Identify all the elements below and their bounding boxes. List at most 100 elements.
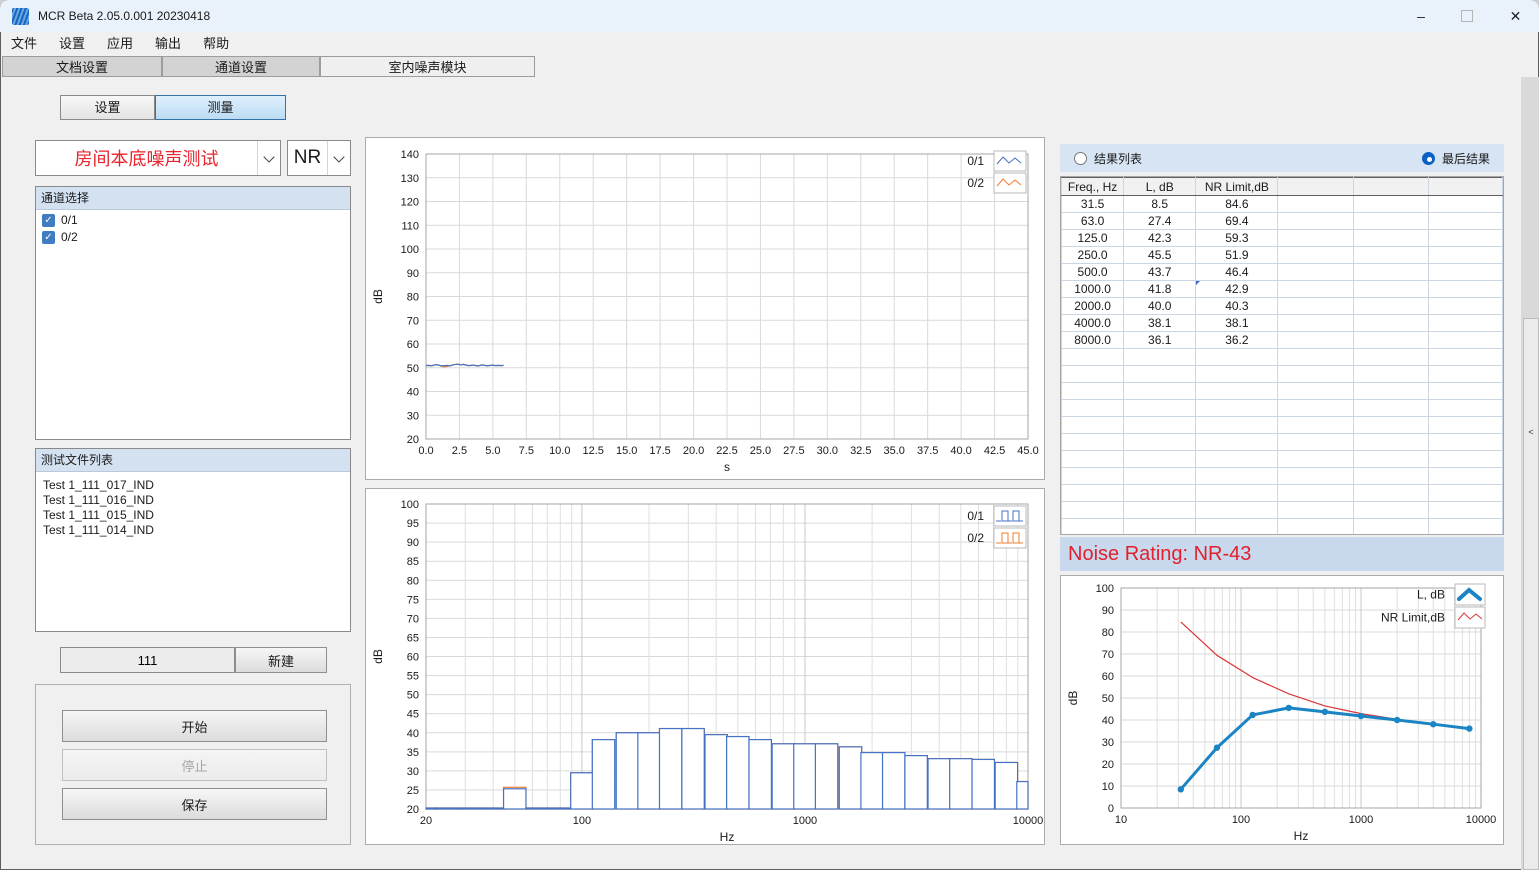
table-cell: 27.4: [1124, 213, 1196, 230]
table-cell: [1062, 434, 1124, 451]
subtab-measure[interactable]: 测量: [155, 95, 286, 120]
svg-text:10: 10: [1102, 781, 1114, 793]
file-list-item[interactable]: Test 1_111_016_IND: [36, 493, 350, 508]
table-row[interactable]: 2000.040.040.3: [1062, 298, 1503, 315]
radio-last-result[interactable]: 最后结果: [1422, 150, 1490, 167]
stop-button[interactable]: 停止: [62, 749, 327, 781]
svg-text:10: 10: [1115, 814, 1127, 826]
table-row[interactable]: 500.043.746.4: [1062, 264, 1503, 281]
table-cell: [1278, 196, 1353, 213]
tab-document-settings[interactable]: 文档设置: [2, 56, 162, 77]
table-row[interactable]: 31.58.584.6: [1062, 196, 1503, 213]
rating-dropdown-button[interactable]: [327, 141, 350, 175]
table-cell: [1278, 230, 1353, 247]
channel-label: 0/1: [61, 213, 78, 227]
svg-text:70: 70: [1102, 649, 1114, 661]
collapse-panel-handle[interactable]: <: [1523, 318, 1539, 870]
file-list-item[interactable]: Test 1_111_014_IND: [36, 523, 350, 538]
table-cell: [1196, 485, 1278, 502]
table-row[interactable]: [1062, 349, 1503, 366]
svg-text:65: 65: [407, 632, 419, 644]
table-row[interactable]: [1062, 519, 1503, 536]
table-cell: [1278, 315, 1353, 332]
menu-item-settings[interactable]: 设置: [48, 32, 96, 56]
tab-channel-settings[interactable]: 通道设置: [162, 56, 320, 77]
table-cell: [1428, 417, 1502, 434]
radio-selected-icon[interactable]: [1422, 152, 1435, 165]
table-cell: [1353, 383, 1428, 400]
table-row[interactable]: 1000.041.842.9: [1062, 281, 1503, 298]
menu-item-output[interactable]: 输出: [144, 32, 192, 56]
table-cell: [1353, 400, 1428, 417]
table-cell: 59.3: [1196, 230, 1278, 247]
table-cell: 36.1: [1124, 332, 1196, 349]
table-cell: [1124, 400, 1196, 417]
new-button[interactable]: 新建: [235, 647, 327, 673]
table-row[interactable]: [1062, 502, 1503, 519]
table-row[interactable]: [1062, 400, 1503, 417]
menu-item-help[interactable]: 帮助: [192, 32, 240, 56]
table-row[interactable]: [1062, 366, 1503, 383]
menu-item-apply[interactable]: 应用: [96, 32, 144, 56]
table-row[interactable]: 8000.036.136.2: [1062, 332, 1503, 349]
svg-text:L, dB: L, dB: [1417, 588, 1445, 602]
start-button[interactable]: 开始: [62, 710, 327, 742]
file-list-item[interactable]: Test 1_111_017_IND: [36, 478, 350, 493]
table-cell: [1062, 451, 1124, 468]
svg-text:40: 40: [1102, 715, 1114, 727]
radio-unselected-icon[interactable]: [1074, 152, 1087, 165]
table-row[interactable]: 4000.038.138.1: [1062, 315, 1503, 332]
app-window: MCR Beta 2.05.0.001 20230418 – ✕ 文件 设置 应…: [0, 0, 1539, 870]
table-row[interactable]: 125.042.359.3: [1062, 230, 1503, 247]
channel-row-0-2[interactable]: ✓ 0/2: [36, 227, 350, 244]
channel-row-0-1[interactable]: ✓ 0/1: [36, 210, 350, 227]
table-cell: [1428, 519, 1502, 536]
table-cell: [1428, 400, 1502, 417]
table-cell: [1062, 366, 1124, 383]
subtab-settings[interactable]: 设置: [60, 95, 155, 120]
table-row[interactable]: [1062, 485, 1503, 502]
test-type-dropdown-button[interactable]: [257, 141, 280, 175]
table-cell: [1124, 502, 1196, 519]
time-history-chart-panel: 20304050607080901001101201301400.02.55.0…: [365, 137, 1045, 480]
table-cell: [1428, 315, 1502, 332]
maximize-button[interactable]: [1444, 0, 1490, 32]
table-cell: [1278, 502, 1353, 519]
svg-text:100: 100: [1232, 814, 1250, 826]
radio-result-list-label: 结果列表: [1094, 150, 1142, 167]
close-button[interactable]: ✕: [1492, 0, 1539, 32]
checkbox-checked-icon[interactable]: ✓: [42, 231, 55, 244]
svg-text:0: 0: [1108, 803, 1114, 815]
table-row[interactable]: [1062, 434, 1503, 451]
checkbox-checked-icon[interactable]: ✓: [42, 214, 55, 227]
table-header-cell: [1428, 178, 1502, 196]
chevron-left-icon: <: [1524, 427, 1538, 437]
svg-text:Hz: Hz: [720, 830, 735, 844]
svg-text:80: 80: [1102, 627, 1114, 639]
table-cell: [1062, 383, 1124, 400]
svg-text:10000: 10000: [1466, 814, 1497, 826]
radio-result-list[interactable]: 结果列表: [1074, 150, 1142, 167]
svg-text:20: 20: [420, 815, 432, 827]
table-row[interactable]: [1062, 451, 1503, 468]
table-cell: [1353, 468, 1428, 485]
test-name-input[interactable]: [60, 647, 235, 673]
svg-text:30: 30: [407, 410, 419, 422]
minimize-button[interactable]: –: [1398, 0, 1444, 32]
table-cell: [1062, 400, 1124, 417]
table-row[interactable]: 63.027.469.4: [1062, 213, 1503, 230]
table-cell: [1353, 196, 1428, 213]
table-row[interactable]: 250.045.551.9: [1062, 247, 1503, 264]
tab-room-noise-module[interactable]: 室内噪声模块: [320, 56, 535, 77]
table-cell: [1278, 468, 1353, 485]
file-list-item[interactable]: Test 1_111_015_IND: [36, 508, 350, 523]
save-button[interactable]: 保存: [62, 788, 327, 820]
rating-select[interactable]: NR: [287, 140, 351, 176]
svg-text:40: 40: [407, 387, 419, 399]
table-cell: [1278, 451, 1353, 468]
table-row[interactable]: [1062, 383, 1503, 400]
test-type-select[interactable]: 房间本底噪声测试: [35, 140, 281, 176]
table-row[interactable]: [1062, 417, 1503, 434]
menu-item-file[interactable]: 文件: [0, 32, 48, 56]
table-row[interactable]: [1062, 468, 1503, 485]
